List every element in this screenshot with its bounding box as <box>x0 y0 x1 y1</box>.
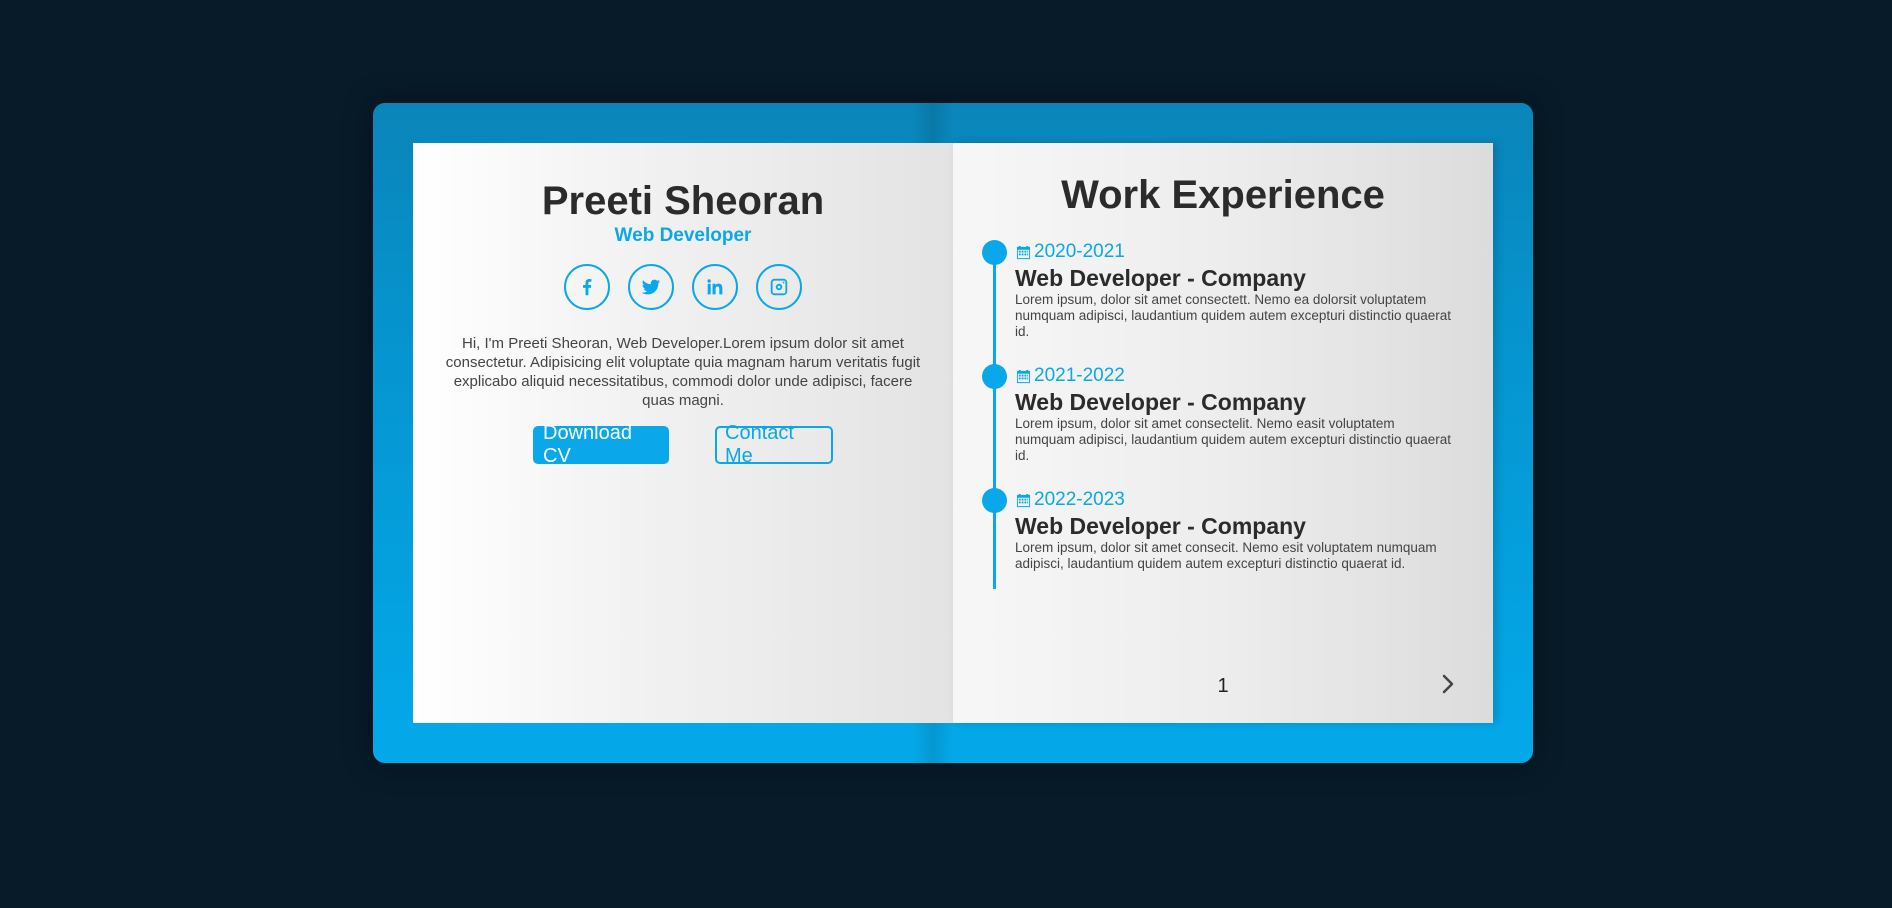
download-cv-button[interactable]: Download CV <box>533 422 669 467</box>
timeline-title: Web Developer - Company <box>1015 389 1306 415</box>
next-page-button[interactable] <box>1434 670 1462 698</box>
timeline-date-text: 2021-2022 <box>1034 365 1125 386</box>
timeline-title: Web Developer - Company <box>1015 265 1306 291</box>
calendar-icon <box>1016 245 1031 259</box>
timeline-title: Web Developer - Company <box>1015 513 1306 539</box>
twitter-link[interactable] <box>628 264 674 310</box>
instagram-icon <box>770 278 788 296</box>
timeline-dot <box>982 364 1007 389</box>
linkedin-icon <box>707 279 723 295</box>
linkedin-link[interactable] <box>692 264 738 310</box>
timeline-dot <box>982 240 1007 265</box>
calendar-icon <box>1016 493 1031 507</box>
timeline-date: 2020-2021 <box>1016 241 1125 263</box>
profile-intro: Hi, I'm Preeti Sheoran, Web Developer.Lo… <box>445 335 921 409</box>
timeline-text: Lorem ipsum, dolor sit amet consectett. … <box>1015 292 1451 339</box>
contact-me-button[interactable]: Contact Me <box>715 422 833 467</box>
timeline-date-text: 2022-2023 <box>1034 489 1125 510</box>
timeline-text: Lorem ipsum, dolor sit amet consectelit.… <box>1015 416 1451 463</box>
chevron-right-icon <box>1442 674 1454 694</box>
twitter-icon <box>641 279 661 295</box>
profile-role: Web Developer <box>614 225 752 246</box>
facebook-link[interactable] <box>564 264 610 310</box>
timeline-date-text: 2020-2021 <box>1034 241 1125 262</box>
calendar-icon <box>1016 369 1031 383</box>
timeline-dot <box>982 488 1007 513</box>
page-number: 1 <box>1217 675 1229 697</box>
section-title: Work Experience <box>1061 173 1385 217</box>
profile-page: Preeti Sheoran Web Developer Hi, I'm Pre… <box>413 143 953 723</box>
experience-page: Work Experience 2020-2021 Web Developer … <box>953 143 1493 723</box>
profile-actions: Download CV Contact Me <box>413 422 953 467</box>
timeline-date: 2021-2022 <box>1016 365 1125 387</box>
timeline-date: 2022-2023 <box>1016 489 1125 511</box>
timeline-line <box>993 253 996 589</box>
instagram-link[interactable] <box>756 264 802 310</box>
facebook-icon <box>583 279 592 296</box>
timeline-text: Lorem ipsum, dolor sit amet consecit. Ne… <box>1015 540 1437 571</box>
profile-name: Preeti Sheoran <box>541 179 825 223</box>
resume-book: Preeti Sheoran Web Developer Hi, I'm Pre… <box>373 103 1533 763</box>
social-links <box>413 264 953 310</box>
